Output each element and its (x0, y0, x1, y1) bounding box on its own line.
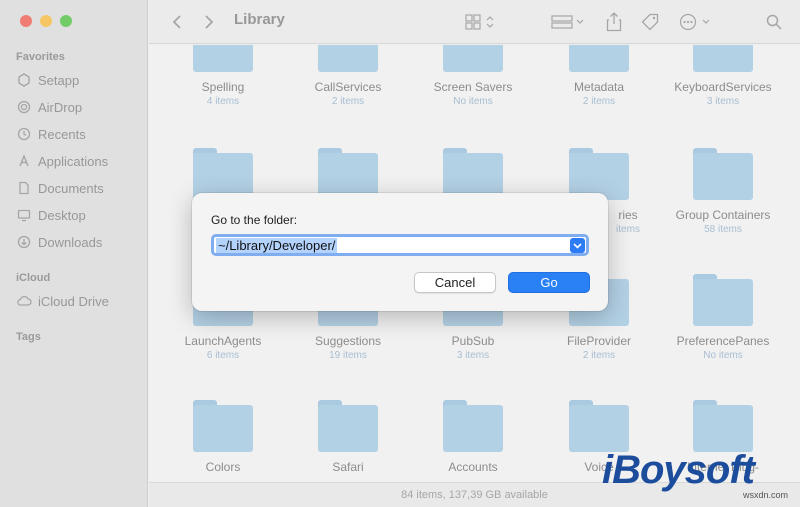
watermark-site: wsxdn.com (742, 490, 788, 500)
finder-window: Favorites Setapp AirDrop Recents Applica… (0, 0, 800, 507)
folder-path-value[interactable]: ~/Library/Developer/ (216, 238, 338, 253)
cancel-button[interactable]: Cancel (414, 272, 496, 293)
path-history-dropdown[interactable] (570, 238, 585, 253)
chevron-down-icon (573, 242, 582, 249)
iboysoft-watermark: iBoysoft wsxdn.com (602, 448, 792, 500)
go-button[interactable]: Go (508, 272, 590, 293)
go-to-folder-dialog: Go to the folder: ~/Library/Developer/ C… (192, 193, 608, 311)
folder-path-input[interactable]: ~/Library/Developer/ (211, 234, 589, 256)
iboysoft-logo: iBoysoft (602, 448, 755, 492)
dialog-label: Go to the folder: (211, 213, 298, 227)
